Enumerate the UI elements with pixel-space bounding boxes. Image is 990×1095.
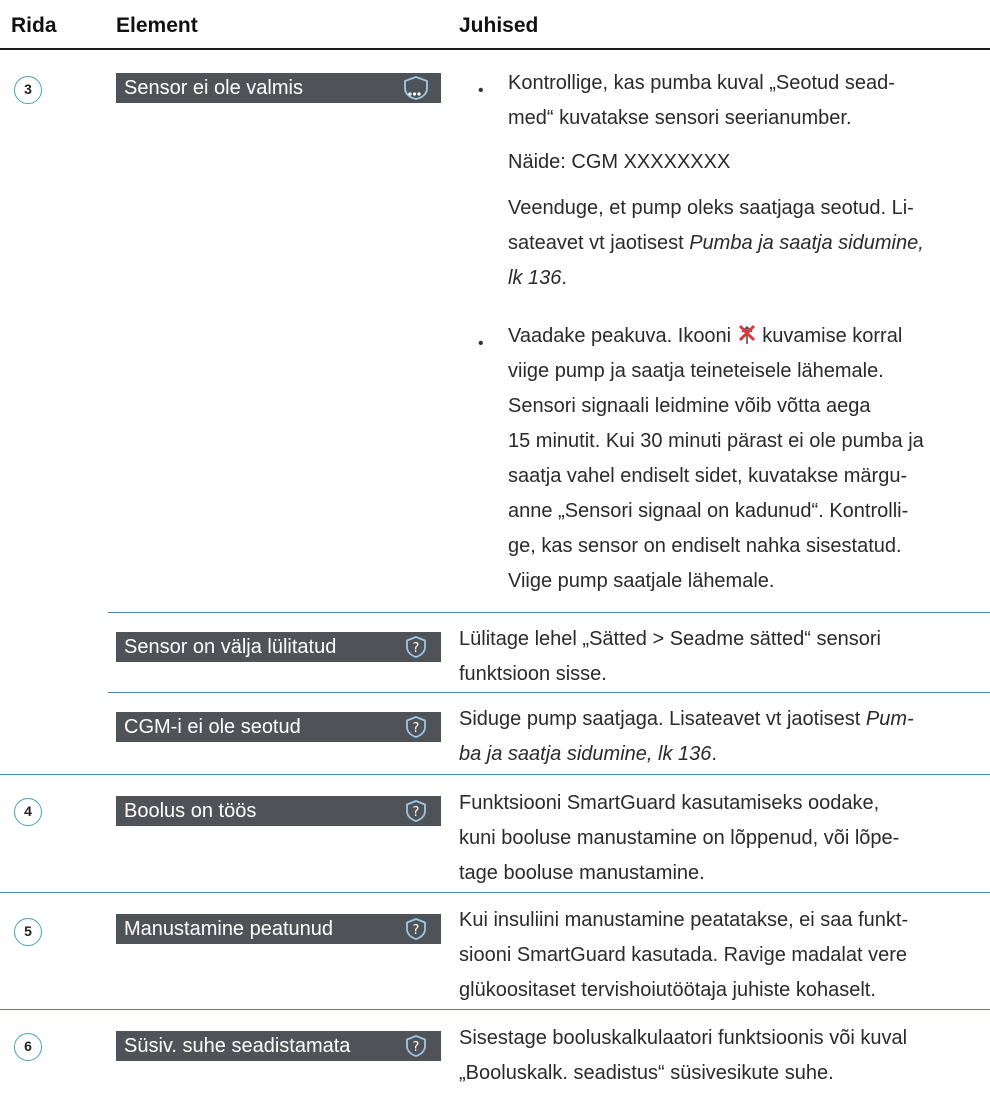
row-separator	[0, 1009, 990, 1010]
troubleshooting-table: Rida Element Juhised 3 Sensor ei ole val…	[0, 0, 990, 1095]
text-line: „Booluskalk. seadistus“ süsivesikute suh…	[459, 1062, 834, 1084]
text-line: Veenduge, et pump oleks saatjaga seotud.…	[508, 197, 914, 219]
text-span: .	[561, 267, 567, 289]
text-line: Lülitage lehel „Sätted > Seadme sätted“ …	[459, 628, 881, 650]
svg-text:?: ?	[413, 641, 420, 656]
header-rule	[0, 48, 990, 50]
shield-dots-icon	[404, 76, 428, 100]
text-span: sateavet vt jaotisest	[508, 232, 690, 254]
question-icon: ?	[406, 1035, 426, 1057]
bullet: •	[478, 82, 484, 99]
row5-instructions: Kui insuliini manustamine peatatakse, ei…	[459, 903, 908, 1008]
text-line: Viige pump saatjale lähemale.	[508, 570, 775, 592]
row3-bullet1: Kontrollige, kas pumba kuval „Seotud sea…	[508, 66, 895, 136]
row-number-badge: 3	[14, 76, 42, 104]
cross-reference-link[interactable]: Pumba ja saatja sidumine,	[689, 232, 924, 254]
row-number-badge: 5	[14, 918, 42, 946]
status-bar-label: CGM-i ei ole seotud	[124, 716, 301, 738]
status-bar-delivery-suspended: Manustamine peatunud ?	[116, 914, 441, 944]
text-line: Kui insuliini manustamine peatatakse, ei…	[459, 909, 909, 931]
header-rida: Rida	[11, 14, 57, 37]
text-line: anne „Sensori signaal on kadunud“. Kontr…	[508, 500, 909, 522]
text-line: siooni SmartGuard kasutada. Ravige madal…	[459, 944, 908, 966]
text-line: med“ kuvatakse sensori seerianumber.	[508, 107, 852, 129]
status-bar-label: Süsiv. suhe seadistamata	[124, 1035, 351, 1057]
text-line: glükoositaset tervishoiutöötaja juhiste …	[459, 979, 876, 1001]
row-number-badge: 6	[14, 1033, 42, 1061]
header-element: Element	[116, 14, 198, 37]
status-bar-cgm-not-paired: CGM-i ei ole seotud ?	[116, 712, 441, 742]
row-separator	[0, 892, 990, 893]
text-line: Sisestage booluskalkulaatori funktsiooni…	[459, 1027, 908, 1049]
question-icon: ?	[406, 716, 426, 738]
status-bar-bolus-active: Boolus on töös ?	[116, 796, 441, 826]
row3-example: Näide: CGM XXXXXXXX	[508, 151, 731, 173]
row-separator	[108, 612, 990, 613]
row3-bullet2: Vaadake peakuva. Ikooni kuvamise korral …	[508, 319, 924, 599]
svg-text:?: ?	[413, 721, 420, 736]
page-reference[interactable]: lk 136	[508, 267, 561, 289]
text-span: Vaadake peakuva. Ikooni	[508, 325, 737, 347]
text-line: Funktsiooni SmartGuard kasutamiseks ooda…	[459, 792, 880, 814]
cross-reference-link[interactable]: ba ja saatja sidumine, lk 136	[459, 743, 711, 765]
text-line: Kontrollige, kas pumba kuval „Seotud sea…	[508, 72, 895, 94]
question-icon: ?	[406, 800, 426, 822]
text-line: funktsioon sisse.	[459, 663, 607, 685]
svg-text:?: ?	[413, 805, 420, 820]
row4-instructions: Funktsiooni SmartGuard kasutamiseks ooda…	[459, 786, 899, 891]
question-icon: ?	[406, 636, 426, 658]
row6-instructions: Sisestage booluskalkulaatori funktsiooni…	[459, 1021, 907, 1091]
table-header: Rida Element Juhised	[0, 0, 990, 50]
status-bar-sensor-not-ready: Sensor ei ole valmis	[116, 73, 441, 103]
status-bar-label: Manustamine peatunud	[124, 918, 334, 940]
status-bar-label: Boolus on töös	[124, 800, 257, 822]
text-line: kuni booluse manustamine on lõppenud, võ…	[459, 827, 900, 849]
text-span: Siduge pump saatjaga. Lisateavet vt jaot…	[459, 708, 866, 730]
svg-text:?: ?	[413, 923, 420, 938]
text-line: viige pump ja saatja teineteisele lähema…	[508, 360, 884, 382]
text-line: 15 minutit. Kui 30 minuti pärast ei ole …	[508, 430, 924, 452]
row3b-instructions: Lülitage lehel „Sätted > Seadme sätted“ …	[459, 622, 881, 692]
row-separator	[0, 774, 990, 775]
svg-text:?: ?	[413, 1040, 420, 1055]
question-icon: ?	[406, 918, 426, 940]
cross-reference-link[interactable]: Pum-	[866, 708, 914, 730]
text-span: .	[711, 743, 717, 765]
row3-ensure: Veenduge, et pump oleks saatjaga seotud.…	[508, 191, 924, 296]
bullet: •	[478, 335, 484, 352]
text-line: ge, kas sensor on endiselt nahka sisesta…	[508, 535, 902, 557]
status-bar-carb-ratio-not-set: Süsiv. suhe seadistamata ?	[116, 1031, 441, 1061]
row-number-badge: 4	[14, 798, 42, 826]
status-bar-label: Sensor on välja lülitatud	[124, 636, 337, 658]
text-span: kuvamise korral	[756, 325, 903, 347]
status-bar-sensor-off: Sensor on välja lülitatud ?	[116, 632, 441, 662]
text-line: tage booluse manustamine.	[459, 862, 705, 884]
status-bar-label: Sensor ei ole valmis	[124, 77, 303, 99]
text-line: saatja vahel endiselt sidet, kuvatakse m…	[508, 465, 908, 487]
text-line: Sensori signaali leidmine võib võtta aeg…	[508, 395, 871, 417]
sensor-signal-lost-icon	[738, 324, 755, 344]
header-juhised: Juhised	[459, 14, 539, 37]
row-separator	[108, 692, 990, 693]
row3c-instructions: Siduge pump saatjaga. Lisateavet vt jaot…	[459, 702, 914, 772]
